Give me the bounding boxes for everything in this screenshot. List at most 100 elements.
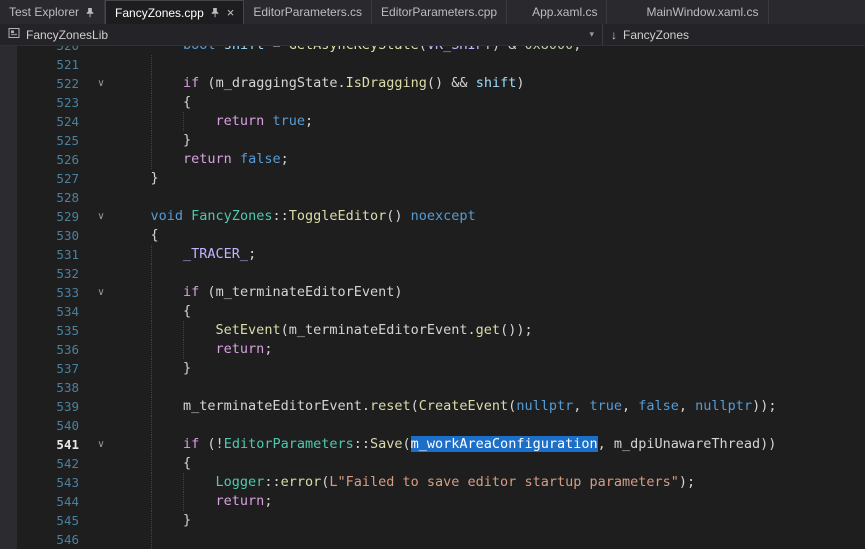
line-number[interactable]: 537 — [17, 359, 88, 378]
breakpoint-margin[interactable] — [0, 378, 17, 397]
code-line-521[interactable]: 521 — [0, 55, 865, 74]
tab-editorparameters-cpp[interactable]: EditorParameters.cpp — [372, 0, 507, 24]
code-line-546[interactable]: 546 — [0, 530, 865, 549]
line-number[interactable]: 525 — [17, 131, 88, 150]
code-text[interactable] — [114, 530, 865, 549]
code-line-543[interactable]: 543 Logger::error(L"Failed to save edito… — [0, 473, 865, 492]
breakpoint-margin[interactable] — [0, 340, 17, 359]
breakpoint-margin[interactable] — [0, 74, 17, 93]
pin-icon[interactable] — [210, 7, 220, 18]
breakpoint-margin[interactable] — [0, 473, 17, 492]
code-text[interactable] — [114, 416, 865, 435]
code-line-542[interactable]: 542 { — [0, 454, 865, 473]
tab-fancyzones-cpp[interactable]: FancyZones.cpp× — [105, 0, 244, 24]
code-line-541[interactable]: 541∨ if (!EditorParameters::Save(m_workA… — [0, 435, 865, 454]
breakpoint-margin[interactable] — [0, 511, 17, 530]
code-text[interactable]: } — [114, 169, 865, 188]
code-line-545[interactable]: 545 } — [0, 511, 865, 530]
chevron-down-icon[interactable]: ▾ — [589, 29, 594, 40]
fold-chevron-icon[interactable]: ∨ — [97, 211, 104, 222]
code-line-534[interactable]: 534 { — [0, 302, 865, 321]
project-selector[interactable]: FancyZonesLib ▾ — [0, 24, 602, 45]
code-text[interactable]: { — [114, 454, 865, 473]
line-number[interactable]: 542 — [17, 454, 88, 473]
code-line-525[interactable]: 525 } — [0, 131, 865, 150]
code-text[interactable] — [114, 188, 865, 207]
breakpoint-margin[interactable] — [0, 264, 17, 283]
code-text[interactable]: if (!EditorParameters::Save(m_workAreaCo… — [114, 435, 865, 454]
code-text[interactable]: return true; — [114, 112, 865, 131]
line-number[interactable]: 536 — [17, 340, 88, 359]
breakpoint-margin[interactable] — [0, 321, 17, 340]
code-line-540[interactable]: 540 — [0, 416, 865, 435]
fold-chevron-icon[interactable]: ∨ — [97, 287, 104, 298]
breakpoint-margin[interactable] — [0, 283, 17, 302]
breakpoint-margin[interactable] — [0, 454, 17, 473]
code-text[interactable] — [114, 264, 865, 283]
breakpoint-margin[interactable] — [0, 150, 17, 169]
code-line-522[interactable]: 522∨ if (m_draggingState.IsDragging() &&… — [0, 74, 865, 93]
code-text[interactable]: { — [114, 93, 865, 112]
scope-selector[interactable]: ↓ FancyZones — [603, 24, 865, 45]
line-number[interactable]: 527 — [17, 169, 88, 188]
breakpoint-margin[interactable] — [0, 112, 17, 131]
tab-editorparameters-cs[interactable]: EditorParameters.cs — [244, 0, 372, 24]
pin-icon[interactable] — [85, 7, 95, 18]
breakpoint-margin[interactable] — [0, 46, 17, 55]
code-line-532[interactable]: 532 — [0, 264, 865, 283]
line-number[interactable]: 521 — [17, 55, 88, 74]
code-line-533[interactable]: 533∨ if (m_terminateEditorEvent) — [0, 283, 865, 302]
breakpoint-margin[interactable] — [0, 226, 17, 245]
code-line-520[interactable]: 520 bool shift = GetAsyncKeyState(VK_SHI… — [0, 46, 865, 55]
tab-app-xaml-cs[interactable]: App.xaml.cs — [523, 0, 607, 24]
code-line-544[interactable]: 544 return; — [0, 492, 865, 511]
line-number[interactable]: 524 — [17, 112, 88, 131]
code-text[interactable] — [114, 378, 865, 397]
code-line-531[interactable]: 531 _TRACER_; — [0, 245, 865, 264]
breakpoint-margin[interactable] — [0, 302, 17, 321]
breakpoint-margin[interactable] — [0, 55, 17, 74]
tab-test-explorer[interactable]: Test Explorer — [0, 0, 105, 24]
breakpoint-margin[interactable] — [0, 131, 17, 150]
line-number[interactable]: 528 — [17, 188, 88, 207]
code-text[interactable]: return false; — [114, 150, 865, 169]
line-number[interactable]: 544 — [17, 492, 88, 511]
breakpoint-margin[interactable] — [0, 188, 17, 207]
code-text[interactable]: void FancyZones::ToggleEditor() noexcept — [114, 207, 865, 226]
breakpoint-margin[interactable] — [0, 530, 17, 549]
code-text[interactable]: SetEvent(m_terminateEditorEvent.get()); — [114, 321, 865, 340]
code-text[interactable]: if (m_draggingState.IsDragging() && shif… — [114, 74, 865, 93]
line-number[interactable]: 533 — [17, 283, 88, 302]
line-number[interactable]: 535 — [17, 321, 88, 340]
code-line-535[interactable]: 535 SetEvent(m_terminateEditorEvent.get(… — [0, 321, 865, 340]
breakpoint-margin[interactable] — [0, 492, 17, 511]
breakpoint-margin[interactable] — [0, 93, 17, 112]
breakpoint-margin[interactable] — [0, 397, 17, 416]
breakpoint-margin[interactable] — [0, 416, 17, 435]
code-text[interactable]: } — [114, 511, 865, 530]
line-number[interactable]: 531 — [17, 245, 88, 264]
code-text[interactable]: { — [114, 302, 865, 321]
code-text[interactable]: _TRACER_; — [114, 245, 865, 264]
line-number[interactable]: 520 — [17, 46, 88, 55]
code-text[interactable]: bool shift = GetAsyncKeyState(VK_SHIFT) … — [114, 46, 865, 55]
code-text[interactable]: m_terminateEditorEvent.reset(CreateEvent… — [114, 397, 865, 416]
line-number[interactable]: 534 — [17, 302, 88, 321]
code-line-530[interactable]: 530 { — [0, 226, 865, 245]
breakpoint-margin[interactable] — [0, 245, 17, 264]
line-number[interactable]: 532 — [17, 264, 88, 283]
code-text[interactable]: { — [114, 226, 865, 245]
code-text[interactable]: } — [114, 131, 865, 150]
breakpoint-margin[interactable] — [0, 359, 17, 378]
line-number[interactable]: 529 — [17, 207, 88, 226]
breakpoint-margin[interactable] — [0, 207, 17, 226]
breakpoint-margin[interactable] — [0, 169, 17, 188]
breakpoint-margin[interactable] — [0, 435, 17, 454]
code-line-526[interactable]: 526 return false; — [0, 150, 865, 169]
code-text[interactable]: Logger::error(L"Failed to save editor st… — [114, 473, 865, 492]
line-number[interactable]: 541 — [17, 435, 88, 454]
code-line-536[interactable]: 536 return; — [0, 340, 865, 359]
line-number[interactable]: 545 — [17, 511, 88, 530]
code-text[interactable] — [114, 55, 865, 74]
line-number[interactable]: 538 — [17, 378, 88, 397]
